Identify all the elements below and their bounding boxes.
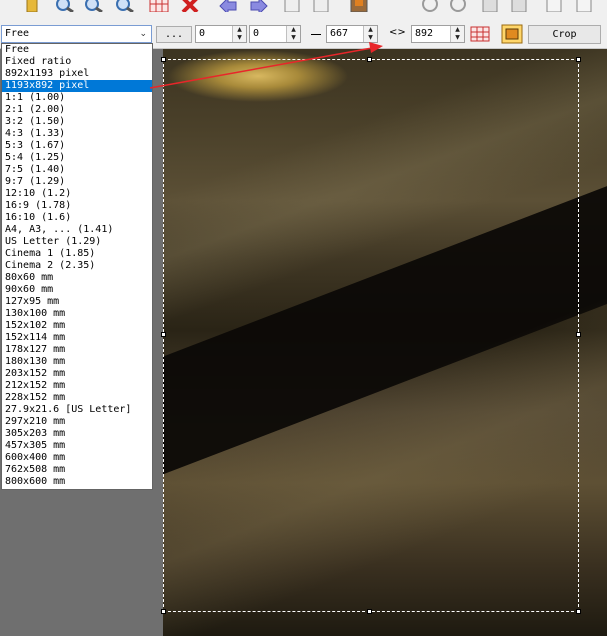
- dash-separator: [311, 34, 321, 35]
- ratio-option[interactable]: 800x600 mm: [2, 476, 152, 488]
- ratio-option[interactable]: 12:10 (1.2): [2, 188, 152, 200]
- ratio-option[interactable]: 4:3 (1.33): [2, 128, 152, 140]
- options-icon[interactable]: [574, 0, 594, 12]
- ratio-option[interactable]: 203x152 mm: [2, 368, 152, 380]
- ratio-option[interactable]: 90x60 mm: [2, 284, 152, 296]
- crop-handle-top-left[interactable]: [161, 57, 166, 62]
- height-spinner[interactable]: 892 ▲ ▼: [411, 25, 465, 43]
- ratio-option[interactable]: 80x60 mm: [2, 272, 152, 284]
- spin-up-icon[interactable]: ▲: [364, 26, 377, 34]
- ratio-option[interactable]: 228x152 mm: [2, 392, 152, 404]
- info-icon[interactable]: [544, 0, 564, 12]
- ratio-option[interactable]: 762x508 mm: [2, 464, 152, 476]
- spin-down-icon[interactable]: ▼: [451, 34, 464, 42]
- more-options-button[interactable]: ...: [156, 26, 192, 43]
- arrow-right-icon[interactable]: [249, 0, 269, 12]
- swap-dimensions-button[interactable]: <>: [389, 27, 406, 38]
- width-spinner[interactable]: 667 ▲ ▼: [326, 25, 378, 43]
- width-value: 667: [330, 28, 349, 39]
- main-toolbar-icons: [0, 0, 607, 13]
- y-offset-spinner[interactable]: 0 ▲ ▼: [249, 25, 301, 43]
- crop-handle-bottom[interactable]: [367, 609, 372, 614]
- ratio-option[interactable]: Fixed ratio: [2, 56, 152, 68]
- ratio-option[interactable]: 2:1 (2.00): [2, 104, 152, 116]
- crop-handle-bottom-left[interactable]: [161, 609, 166, 614]
- ratio-option[interactable]: 305x203 mm: [2, 428, 152, 440]
- crop-handle-left[interactable]: [161, 332, 166, 337]
- crop-handle-bottom-right[interactable]: [576, 609, 581, 614]
- crop-button[interactable]: Crop: [528, 25, 601, 44]
- ratio-option[interactable]: 297x210 mm: [2, 416, 152, 428]
- ratio-option[interactable]: 180x130 mm: [2, 356, 152, 368]
- arrow-left-icon[interactable]: [218, 0, 238, 12]
- zoom-in-icon[interactable]: [55, 0, 75, 12]
- ratio-option[interactable]: Cinema 1 (1.85): [2, 248, 152, 260]
- chevron-down-icon[interactable]: ⌄: [139, 26, 147, 42]
- rotate-right-icon[interactable]: [448, 0, 468, 12]
- ratio-option[interactable]: 5:3 (1.67): [2, 140, 152, 152]
- ratio-option[interactable]: Cinema 2 (2.35): [2, 260, 152, 272]
- aspect-ratio-list: Free Fixed ratio 892x1193 pixel 1193x892 pi…: [1, 43, 153, 490]
- ratio-option[interactable]: 600x400 mm: [2, 452, 152, 464]
- copy-icon[interactable]: [282, 0, 302, 12]
- ratio-option[interactable]: Free: [2, 44, 152, 56]
- paste-icon[interactable]: [311, 0, 331, 12]
- crop-toolbar: Free ⌄ ... 0 ▲ ▼ 0 ▲ ▼ 667 ▲ ▼ <> 892 ▲ ▼: [0, 0, 607, 49]
- ratio-option[interactable]: 16:10 (1.6): [2, 212, 152, 224]
- color-picker-icon[interactable]: [349, 0, 369, 12]
- rotate-left-icon[interactable]: [420, 0, 440, 12]
- crop-handle-right[interactable]: [576, 332, 581, 337]
- spin-down-icon[interactable]: ▼: [287, 34, 300, 42]
- spin-up-icon[interactable]: ▲: [233, 26, 246, 34]
- ratio-option[interactable]: 5:4 (1.25): [2, 152, 152, 164]
- ratio-option[interactable]: 16:9 (1.78): [2, 200, 152, 212]
- aspect-ratio-select[interactable]: Free ⌄: [1, 25, 152, 43]
- spin-up-icon[interactable]: ▲: [287, 26, 300, 34]
- ratio-option[interactable]: 127x95 mm: [2, 296, 152, 308]
- close-x-icon[interactable]: [180, 0, 200, 12]
- ratio-option[interactable]: 212x152 mm: [2, 380, 152, 392]
- ratio-option[interactable]: 892x1193 pixel: [2, 68, 152, 80]
- aspect-ratio-value: Free: [5, 28, 30, 39]
- crop-selection[interactable]: [161, 57, 581, 614]
- crop-handle-top-right[interactable]: [576, 57, 581, 62]
- ratio-option[interactable]: 152x102 mm: [2, 320, 152, 332]
- crop-handle-top[interactable]: [367, 57, 372, 62]
- spin-up-icon[interactable]: ▲: [451, 26, 464, 34]
- ratio-option[interactable]: 27.9x21.6 [US Letter]: [2, 404, 152, 416]
- table-grid-icon[interactable]: [149, 0, 169, 12]
- save-icon[interactable]: [480, 0, 500, 12]
- spin-down-icon[interactable]: ▼: [233, 34, 246, 42]
- crop-frame-icon[interactable]: [501, 24, 523, 44]
- ratio-option[interactable]: A4, A3, ... (1.41): [2, 224, 152, 236]
- height-value: 892: [415, 28, 434, 39]
- ratio-option[interactable]: 1:1 (1.00): [2, 92, 152, 104]
- zoom-out-icon[interactable]: [115, 0, 135, 12]
- x-offset-value: 0: [199, 28, 206, 39]
- x-offset-spinner[interactable]: 0 ▲ ▼: [195, 25, 247, 43]
- grid-toggle-icon[interactable]: [470, 26, 490, 42]
- ratio-option[interactable]: 7:5 (1.40): [2, 164, 152, 176]
- spin-down-icon[interactable]: ▼: [364, 34, 377, 42]
- ratio-option[interactable]: US Letter (1.29): [2, 236, 152, 248]
- ratio-option[interactable]: 457x305 mm: [2, 440, 152, 452]
- y-offset-value: 0: [253, 28, 260, 39]
- zoom-1-1-icon[interactable]: [84, 0, 104, 12]
- ratio-option[interactable]: 3:2 (1.50): [2, 116, 152, 128]
- save-as-icon[interactable]: [509, 0, 529, 12]
- folder-icon[interactable]: [22, 0, 42, 12]
- ratio-option[interactable]: 9:7 (1.29): [2, 176, 152, 188]
- ratio-option[interactable]: 1193x892 pixel: [2, 80, 152, 92]
- ratio-option[interactable]: 130x100 mm: [2, 308, 152, 320]
- ratio-option[interactable]: 152x114 mm: [2, 332, 152, 344]
- ratio-option[interactable]: 178x127 mm: [2, 344, 152, 356]
